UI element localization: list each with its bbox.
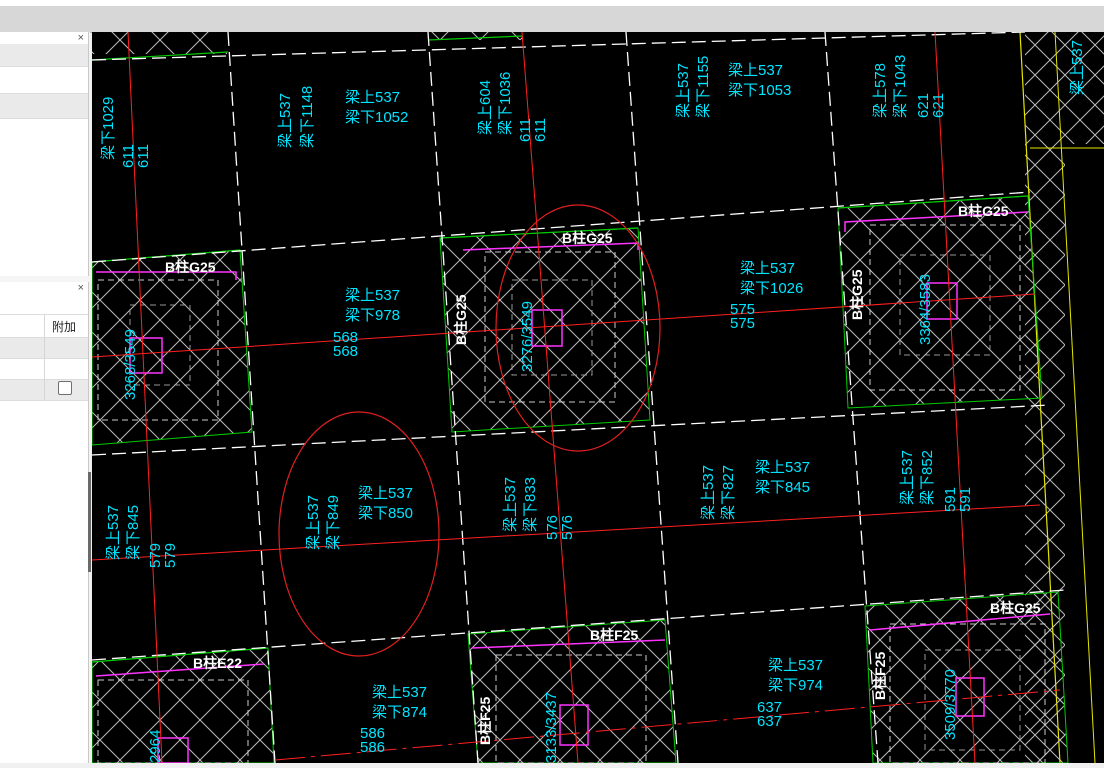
beam-label: 梁上537 bbox=[358, 485, 413, 502]
column-cap[interactable] bbox=[864, 591, 1069, 764]
beam-label: 梁上537 bbox=[768, 657, 823, 674]
hatch-strip bbox=[92, 32, 227, 54]
beam-label: 梁下852 bbox=[919, 450, 936, 505]
dimension-value: 576 bbox=[559, 515, 576, 540]
beam-label: 梁上537 bbox=[345, 89, 400, 106]
table-row[interactable] bbox=[0, 338, 88, 359]
column-label: B柱G25 bbox=[990, 600, 1041, 616]
column-label: B柱F25 bbox=[590, 627, 638, 643]
beam-label: 梁下845 bbox=[755, 479, 810, 496]
attach-checkbox[interactable] bbox=[58, 381, 72, 395]
column-label: B柱G25 bbox=[958, 203, 1009, 219]
beam-label: 梁上537 bbox=[1069, 40, 1086, 95]
panel-row[interactable] bbox=[0, 94, 88, 119]
beam-label: 梁上604 bbox=[477, 80, 494, 135]
column-size: 2964 bbox=[147, 730, 164, 763]
beam-label: 梁下974 bbox=[768, 677, 823, 694]
beam-label: 梁下1052 bbox=[345, 109, 408, 126]
beam-label: 梁上537 bbox=[502, 477, 519, 532]
properties-panel-bottom: × bbox=[0, 282, 89, 763]
beam-label: 梁上537 bbox=[700, 465, 717, 520]
column-cap[interactable] bbox=[837, 195, 1043, 409]
table-row[interactable] bbox=[0, 380, 88, 401]
column-divider bbox=[44, 338, 45, 358]
column-label: B柱G25 bbox=[453, 294, 469, 345]
beam-label: 梁下1029 bbox=[100, 97, 117, 160]
beam-label: 梁上578 bbox=[872, 63, 889, 118]
column-divider bbox=[44, 380, 45, 400]
column-header-label: 附加 bbox=[52, 320, 77, 334]
beam-label: 梁下1043 bbox=[892, 55, 909, 118]
beam-label: 梁上537 bbox=[740, 260, 795, 277]
dimension-value: 579 bbox=[162, 543, 179, 568]
beam-label: 梁下849 bbox=[325, 495, 342, 550]
column-size: 3364/3583 bbox=[917, 274, 934, 345]
dimension-value: 611 bbox=[532, 118, 549, 142]
beam-label: 梁下874 bbox=[372, 704, 427, 721]
beam-label: 梁下1036 bbox=[497, 72, 514, 135]
beam-label: 梁上537 bbox=[345, 287, 400, 304]
beam-label: 梁下827 bbox=[720, 465, 737, 520]
column-label: B柱F25 bbox=[872, 652, 888, 700]
close-icon[interactable]: × bbox=[78, 32, 84, 44]
column-size: 3268/3549 bbox=[122, 329, 139, 400]
column-size: 3133/3437 bbox=[543, 692, 560, 763]
dimension-value: 586 bbox=[360, 739, 385, 756]
column-label: B柱G25 bbox=[562, 230, 613, 246]
toolbar bbox=[0, 6, 1104, 33]
column-cap[interactable] bbox=[91, 647, 275, 764]
column-divider bbox=[44, 315, 45, 337]
column-label: B柱G25 bbox=[165, 259, 216, 275]
beam-label: 梁下1148 bbox=[299, 86, 316, 148]
beam-label: 梁上537 bbox=[675, 63, 692, 118]
beam-label: 梁下1053 bbox=[728, 82, 791, 99]
close-icon[interactable]: × bbox=[78, 282, 84, 294]
beam-label: 梁上537 bbox=[372, 684, 427, 701]
dimension-value: 575 bbox=[730, 315, 755, 332]
dimension-value: 611 bbox=[135, 144, 152, 168]
column-size: 3509/3770 bbox=[942, 669, 959, 740]
cad-canvas[interactable]: 梁上537 梁下1148 梁上537 梁下1052 梁上604 梁下1036 梁… bbox=[91, 31, 1104, 764]
dimension-value: 621 bbox=[930, 93, 947, 118]
beam-label: 梁上537 bbox=[899, 450, 916, 505]
panel-row[interactable] bbox=[0, 67, 88, 94]
beam-label: 梁上537 bbox=[755, 459, 810, 476]
column-label: B柱G25 bbox=[849, 269, 865, 320]
dimension-value: 637 bbox=[757, 713, 782, 730]
left-panel: × × 附加 bbox=[0, 32, 91, 763]
beam-label: 梁下833 bbox=[522, 477, 539, 532]
beam-label: 梁上537 bbox=[305, 495, 322, 550]
beam-label: 梁下845 bbox=[125, 505, 142, 560]
panel-splitter[interactable] bbox=[88, 472, 91, 572]
column-size: 3276/3549 bbox=[519, 301, 536, 372]
beam-label: 梁下1155 bbox=[695, 56, 712, 118]
markup-ellipse[interactable] bbox=[278, 411, 440, 657]
beam-label: 梁下1026 bbox=[740, 280, 803, 297]
dimension-value: 568 bbox=[333, 343, 358, 360]
column-divider bbox=[44, 359, 45, 379]
beam-label: 梁上537 bbox=[728, 62, 783, 79]
panel-row[interactable] bbox=[0, 294, 88, 315]
column-cap[interactable] bbox=[467, 619, 677, 764]
properties-panel-top: × bbox=[0, 32, 89, 276]
column-label: B柱E22 bbox=[193, 655, 242, 671]
beam-label: 梁下850 bbox=[358, 505, 413, 522]
panel-row[interactable] bbox=[0, 44, 88, 67]
dimension-value: 591 bbox=[957, 487, 974, 512]
beam-label: 梁上537 bbox=[277, 93, 294, 148]
beam-label: 梁下978 bbox=[345, 307, 400, 324]
beam-label: 梁上537 bbox=[105, 505, 122, 560]
table-row[interactable] bbox=[0, 359, 88, 380]
column-label: B柱F25 bbox=[477, 697, 493, 745]
